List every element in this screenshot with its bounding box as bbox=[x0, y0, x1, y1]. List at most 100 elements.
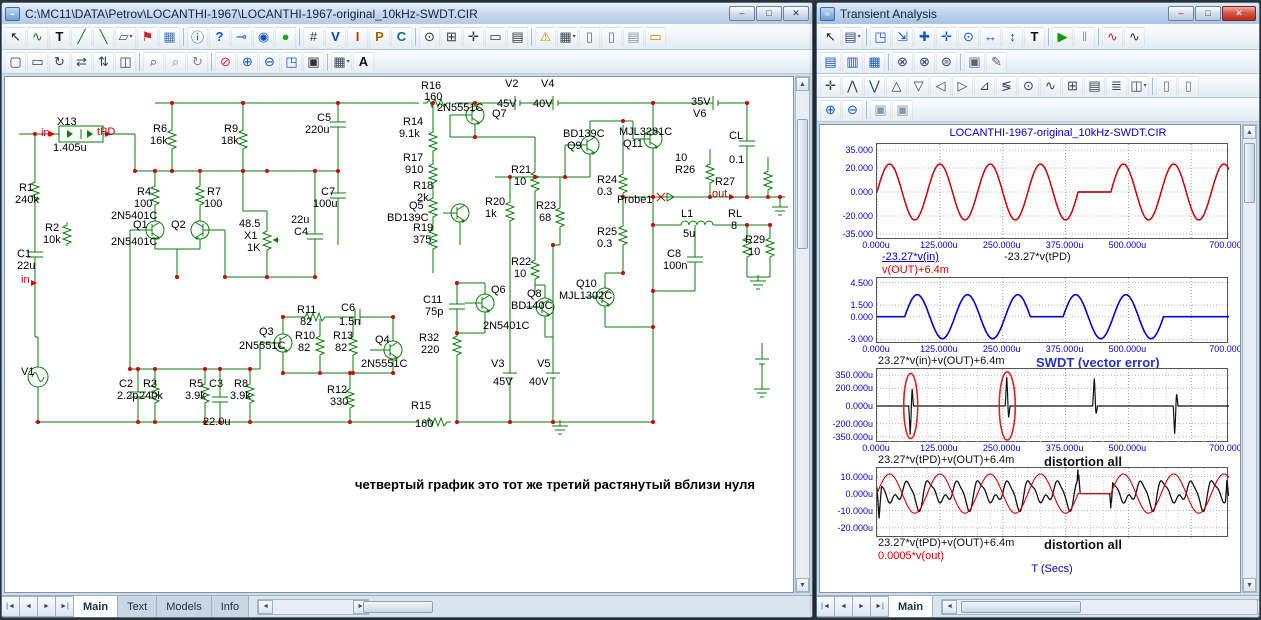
waveform-label[interactable]: T (Secs) bbox=[876, 563, 1228, 575]
waveform-label[interactable]: 23.27*v(in)+v(OUT)+6.4m bbox=[878, 355, 1005, 367]
crop-icon[interactable]: ▭ bbox=[27, 52, 48, 72]
scroll-right-arrow[interactable]: ► bbox=[1257, 600, 1260, 614]
clipboard-icon[interactable]: ▤▾ bbox=[842, 27, 863, 47]
text-icon[interactable]: T bbox=[49, 27, 70, 47]
clipboard-page-icon[interactable]: ▤ bbox=[623, 27, 644, 47]
plot-3[interactable]: 350.000u200.000u0.000u-200.000u-350.000u bbox=[876, 368, 1228, 442]
tab-main[interactable]: Main bbox=[74, 596, 118, 617]
find-next-icon[interactable]: ⌕ bbox=[165, 52, 186, 72]
waveform-label[interactable]: -23.27*v(in) bbox=[882, 251, 939, 263]
scroll-down-arrow[interactable]: ▼ bbox=[796, 578, 809, 592]
flip-vertical-icon[interactable]: ⇅ bbox=[93, 52, 114, 72]
title-block-icon[interactable]: ▤ bbox=[507, 27, 528, 47]
scroll-up-arrow[interactable]: ▲ bbox=[796, 77, 809, 91]
tab-main[interactable]: Main bbox=[889, 596, 933, 617]
zoom-window-icon[interactable]: ◳ bbox=[281, 52, 302, 72]
plot-2[interactable]: 4.5001.5000.000-3.000 bbox=[876, 277, 1228, 343]
diagonal-wire-icon[interactable]: ╲ bbox=[93, 27, 114, 47]
scroll-down-arrow[interactable]: ▼ bbox=[1243, 578, 1256, 592]
component-icon[interactable]: ∿ bbox=[27, 27, 48, 47]
plot-1[interactable]: 35.00020.0000.000-20.000-35.000 bbox=[876, 143, 1228, 239]
scroll-thumb[interactable] bbox=[797, 119, 808, 249]
first-tab-button[interactable]: |◄ bbox=[817, 596, 835, 617]
minimize-button[interactable]: – bbox=[729, 6, 755, 21]
inflection-icon[interactable]: ⊿ bbox=[974, 76, 995, 96]
conditions-icon[interactable]: C bbox=[391, 27, 412, 47]
tag-vertical-icon[interactable]: ↕ bbox=[1002, 27, 1023, 47]
link-icon[interactable]: ⊸ bbox=[231, 27, 252, 47]
exit-analysis-icon[interactable]: ∿ bbox=[1124, 27, 1145, 47]
power-icon[interactable]: P bbox=[369, 27, 390, 47]
find-icon[interactable]: ⌕ bbox=[143, 52, 164, 72]
display-mode-icon[interactable]: ▦▾ bbox=[331, 52, 352, 72]
minimize-button[interactable]: – bbox=[1168, 6, 1194, 21]
scroll-track[interactable] bbox=[273, 600, 353, 614]
maximize-button[interactable]: □ bbox=[756, 6, 782, 21]
copy-page-icon[interactable]: ▣ bbox=[870, 100, 891, 120]
prev-tab-button[interactable]: ◄ bbox=[835, 596, 853, 617]
high-icon[interactable]: △ bbox=[886, 76, 907, 96]
low-icon[interactable]: ▽ bbox=[908, 76, 929, 96]
cursor-icon[interactable]: ✛ bbox=[820, 76, 841, 96]
rotate-icon[interactable]: ↻ bbox=[49, 52, 70, 72]
maximize-button[interactable]: □ bbox=[1195, 6, 1221, 21]
run-icon[interactable]: ▶ bbox=[1052, 27, 1073, 47]
copy-window-icon[interactable]: ▣ bbox=[892, 100, 913, 120]
zoom-out-icon[interactable]: ⊖ bbox=[842, 100, 863, 120]
slope-icon[interactable]: ≶ bbox=[996, 76, 1017, 96]
schematic-titlebar[interactable]: ⌁ C:\MC11\DATA\Petrov\LOCANTHI-1967\LOCA… bbox=[2, 3, 812, 24]
grid-icon[interactable]: ⊞ bbox=[1062, 76, 1083, 96]
plot-panel[interactable]: LOCANTHI-1967-original_10kHz-SWDT.CIR35.… bbox=[819, 124, 1241, 593]
pin-connections-icon[interactable]: ⊙ bbox=[419, 27, 440, 47]
border-icon[interactable]: ▭ bbox=[485, 27, 506, 47]
scroll-track[interactable] bbox=[796, 91, 809, 578]
operand-eq-icon[interactable]: ⊜ bbox=[936, 52, 957, 72]
mirror-icon[interactable]: ◫ bbox=[115, 52, 136, 72]
analysis-plot-icon[interactable]: ∿ bbox=[1102, 27, 1123, 47]
node-voltages-icon[interactable]: V bbox=[325, 27, 346, 47]
tag-horizontal-icon[interactable]: ↔ bbox=[980, 27, 1001, 47]
plot-4-canvas[interactable] bbox=[877, 468, 1229, 538]
state-variables-icon[interactable]: ▥ bbox=[842, 52, 863, 72]
wire-icon[interactable]: ╱ bbox=[71, 27, 92, 47]
plot-1-canvas[interactable] bbox=[877, 144, 1229, 240]
operand-x-icon[interactable]: ⊗ bbox=[892, 52, 913, 72]
list-icon[interactable]: ≣ bbox=[1106, 76, 1127, 96]
animate-icon[interactable]: ● bbox=[275, 27, 296, 47]
grid-icon[interactable]: ▦▾ bbox=[557, 27, 578, 47]
text-icon[interactable]: T bbox=[1024, 27, 1045, 47]
close-button[interactable]: ✕ bbox=[1222, 6, 1256, 21]
zoom-in-icon[interactable]: ⊕ bbox=[820, 100, 841, 120]
analysis-titlebar[interactable]: ≈ Transient Analysis –□✕ bbox=[817, 3, 1259, 24]
font-icon[interactable]: A bbox=[353, 52, 374, 72]
columns-icon[interactable]: ◫▾ bbox=[1128, 76, 1149, 96]
waveform-label[interactable]: 23.27*v(tPD)+v(OUT)+6.4m bbox=[878, 454, 1014, 466]
last-tab-button[interactable]: ►| bbox=[56, 596, 74, 617]
select-icon[interactable]: ↖ bbox=[5, 27, 26, 47]
scroll-left-arrow[interactable]: ◄ bbox=[258, 600, 273, 614]
operand-x2-icon[interactable]: ⊗ bbox=[914, 52, 935, 72]
grid-text-icon[interactable]: ⊞ bbox=[441, 27, 462, 47]
info-icon[interactable]: ⓘ bbox=[187, 27, 208, 47]
scroll-track[interactable] bbox=[1243, 139, 1256, 578]
node-numbers-icon[interactable]: # bbox=[303, 27, 324, 47]
help-icon[interactable]: ? bbox=[209, 27, 230, 47]
tag-point-icon[interactable]: ⊙ bbox=[958, 27, 979, 47]
plot-vscrollbar[interactable]: ▲▼ bbox=[1242, 124, 1257, 593]
go-left-icon[interactable]: ◁ bbox=[930, 76, 951, 96]
watch-icon[interactable]: ▦ bbox=[864, 52, 885, 72]
warning-icon[interactable]: ⚠ bbox=[535, 27, 556, 47]
select-area-icon[interactable]: ▢ bbox=[5, 52, 26, 72]
cursor-mode-icon[interactable]: ✛ bbox=[936, 27, 957, 47]
picture-icon[interactable]: ▦ bbox=[159, 27, 180, 47]
plot-3-canvas[interactable] bbox=[877, 369, 1229, 443]
peak-icon[interactable]: ⋀ bbox=[842, 76, 863, 96]
scroll-left-arrow[interactable]: ◄ bbox=[942, 600, 957, 614]
tab-text[interactable]: Text bbox=[118, 596, 157, 617]
folder-icon[interactable]: ▭ bbox=[645, 27, 666, 47]
currents-icon[interactable]: I bbox=[347, 27, 368, 47]
pause-icon[interactable]: ‖ bbox=[1074, 27, 1095, 47]
waveform-label[interactable]: v(OUT)+6.4m bbox=[882, 264, 949, 276]
scroll-thumb[interactable] bbox=[1244, 143, 1255, 203]
select-icon[interactable]: ↖ bbox=[820, 27, 841, 47]
